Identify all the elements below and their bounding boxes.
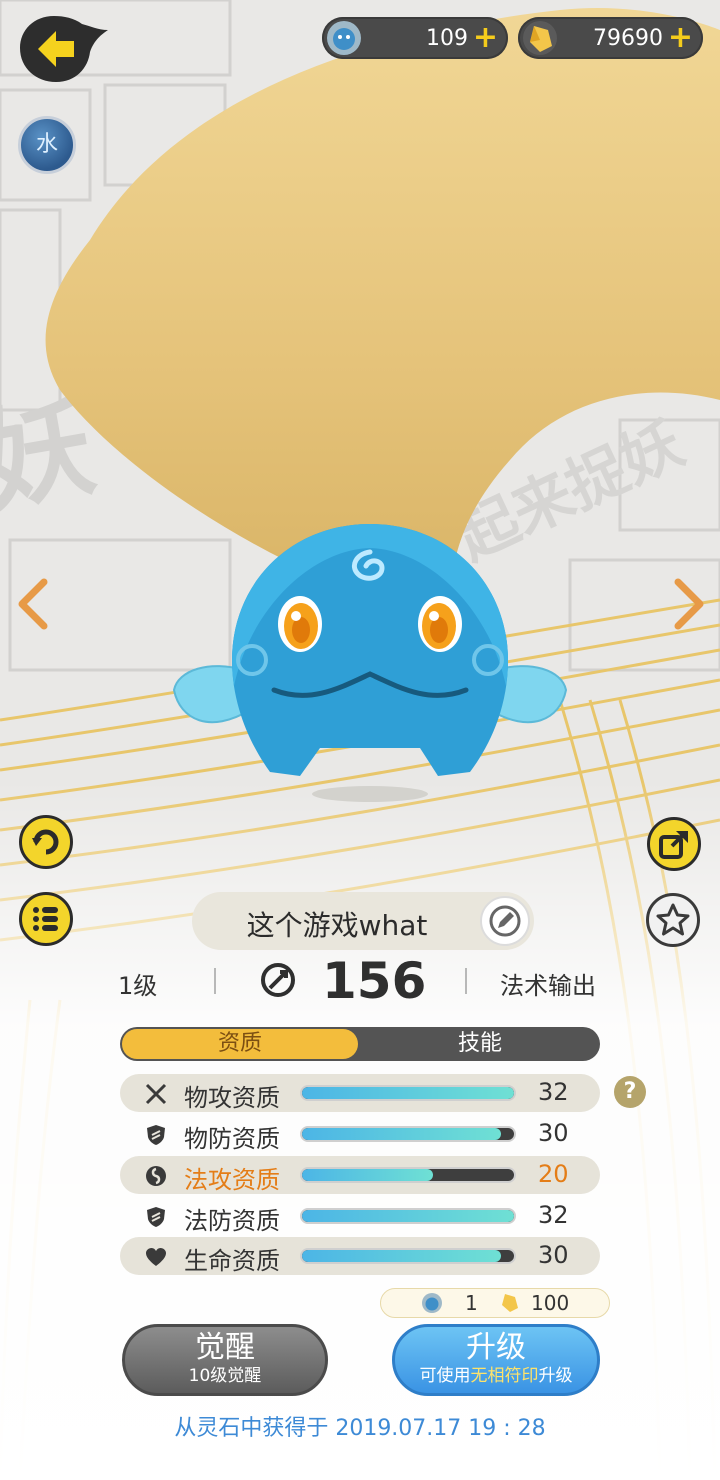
upgrade-cost: 1 100: [380, 1288, 610, 1318]
spirit-stone-icon: [422, 1293, 442, 1313]
help-button[interactable]: ?: [614, 1076, 646, 1108]
awaken-button[interactable]: 觉醒 10级觉醒: [122, 1324, 328, 1396]
pet-role: 法术输出: [500, 972, 596, 1000]
awaken-sub: 10级觉醒: [188, 1366, 262, 1386]
attr-row-health: 生命资质 30: [120, 1237, 600, 1275]
combat-power: 156: [322, 952, 427, 1010]
pencil-icon: [489, 905, 521, 937]
pet-name: 这个游戏what: [246, 909, 428, 942]
upgrade-sub-post: 升级: [538, 1366, 573, 1386]
chevron-left-icon: [18, 578, 48, 630]
gold-amount: 79690: [593, 26, 663, 51]
attr-label: 法防资质: [184, 1207, 280, 1235]
add-gold-button[interactable]: +: [668, 20, 693, 55]
share-icon: [659, 831, 688, 859]
attr-row-magic-attack: 法攻资质 20: [120, 1156, 600, 1194]
attr-bar: [300, 1126, 516, 1142]
list-button[interactable]: [19, 892, 73, 946]
list-icon: [33, 907, 58, 931]
attr-value: 32: [538, 1201, 569, 1229]
back-arrow-icon: [20, 16, 108, 82]
swords-icon: [145, 1083, 167, 1105]
refresh-button[interactable]: [19, 815, 73, 869]
attr-value: 30: [538, 1119, 569, 1147]
upgrade-sub: 可使用无相符印升级: [395, 1365, 597, 1387]
pet-creature[interactable]: [170, 520, 570, 810]
tab-skills[interactable]: 技能: [360, 1027, 600, 1061]
attr-label: 生命资质: [184, 1247, 280, 1275]
gold-currency: 79690 +: [518, 17, 703, 59]
acquired-info: 从灵石中获得于 2019.07.17 19 : 28: [174, 1416, 546, 1441]
attr-value: 20: [538, 1160, 569, 1188]
back-button[interactable]: [18, 12, 110, 86]
upgrade-button[interactable]: 升级 可使用无相符印升级: [392, 1324, 600, 1396]
attr-bar: [300, 1085, 516, 1101]
attr-row-magic-defense: 法防资质 32: [120, 1197, 600, 1235]
upgrade-label: 升级: [466, 1330, 526, 1365]
combat-power-icon: [261, 963, 295, 997]
shield-icon: [147, 1125, 165, 1145]
cost-gold: 100: [531, 1291, 570, 1315]
rename-button[interactable]: [480, 896, 530, 946]
water-element-badge: 水: [18, 116, 76, 174]
attr-label: 物防资质: [184, 1125, 280, 1153]
star-icon: [656, 903, 690, 936]
attr-label: 物攻资质: [184, 1084, 280, 1112]
favorite-button[interactable]: [646, 893, 700, 947]
attr-value: 30: [538, 1241, 569, 1269]
upgrade-sub-item: 无相符印: [470, 1366, 539, 1386]
detail-tabs: 资质 技能: [120, 1027, 600, 1061]
next-pet-button[interactable]: [668, 576, 708, 645]
shield-icon: [147, 1207, 165, 1227]
chevron-right-icon: [674, 578, 704, 630]
attr-row-physical-attack: 物攻资质 32: [120, 1074, 600, 1112]
add-gems-button[interactable]: +: [473, 20, 498, 55]
gem-amount: 109: [426, 26, 468, 51]
prev-pet-button[interactable]: [14, 576, 54, 645]
pet-name-pill: 这个游戏what: [192, 892, 534, 950]
awaken-label: 觉醒: [195, 1330, 255, 1365]
attr-bar: [300, 1248, 516, 1264]
gold-crystal-icon: [523, 21, 557, 55]
tab-aptitude[interactable]: 资质: [122, 1029, 358, 1059]
gem-currency: 109 +: [322, 17, 508, 59]
pet-level: 1级: [118, 972, 158, 1000]
magic-swirl-icon: [146, 1166, 166, 1186]
attr-bar: [300, 1167, 516, 1183]
heart-icon: [146, 1248, 166, 1266]
attr-bar: [300, 1208, 516, 1224]
share-button[interactable]: [647, 817, 701, 871]
cycle-icon: [32, 829, 59, 855]
divider: [214, 968, 216, 994]
attr-label: 法攻资质: [184, 1166, 280, 1194]
attr-row-physical-defense: 物防资质 30: [120, 1115, 600, 1153]
spirit-stone-icon: [327, 21, 361, 55]
upgrade-sub-pre: 可使用: [419, 1366, 471, 1386]
gold-crystal-icon: [502, 1294, 518, 1312]
attr-value: 32: [538, 1078, 569, 1106]
cost-gems: 1: [465, 1291, 478, 1315]
divider: [465, 968, 467, 994]
